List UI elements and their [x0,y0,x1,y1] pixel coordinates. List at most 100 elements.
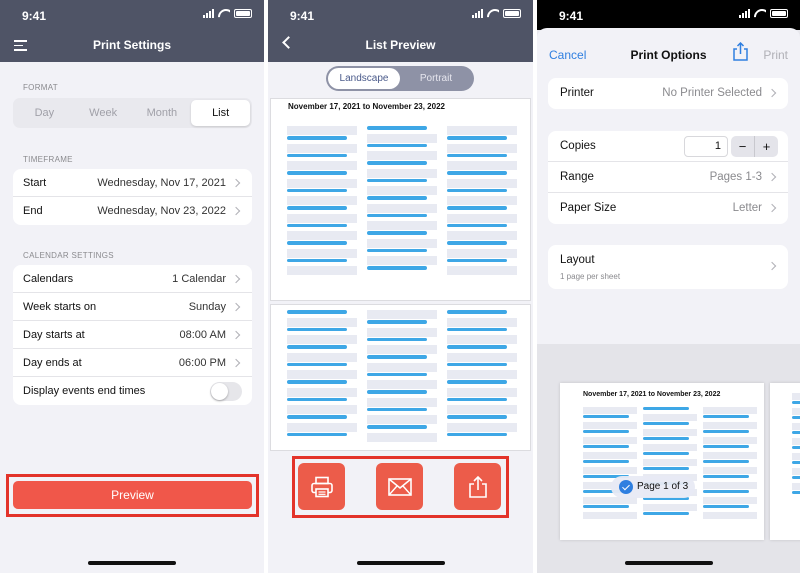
preview-column [367,310,437,443]
printer-value: No Printer Selected [662,87,762,99]
chevron-right-icon [767,88,777,98]
start-row[interactable]: Start Wednesday, Nov 17, 2021 [13,169,252,197]
format-month-option[interactable]: Month [133,100,192,126]
chevron-right-icon [231,330,241,340]
sheet-backdrop: 9:41 [537,0,800,30]
decrement-button[interactable]: − [731,136,755,157]
home-indicator [356,561,445,565]
timeframe-group: Start Wednesday, Nov 17, 2021 End Wednes… [13,169,252,225]
paper-size-row[interactable]: Paper Size Letter [548,193,788,224]
start-value: Wednesday, Nov 17, 2021 [97,177,226,189]
preview-page-1: November 17, 2021 to November 23, 2022 [270,98,531,301]
chevron-right-icon [767,172,777,182]
sheet-nav-bar: Cancel Print Options Print [537,28,800,80]
preview-column [367,126,437,274]
signal-icon [472,9,483,18]
print-options-screen: 9:41 Cancel Print Options Print Printer … [537,0,800,573]
page-title: Print Settings [92,38,171,52]
battery-icon [770,9,788,18]
display-end-times-label: Display events end times [23,385,146,397]
battery-icon [503,9,521,18]
copies-label: Copies [560,140,596,152]
status-bar: 9:41 [537,0,800,30]
print-button[interactable] [298,463,345,510]
preview-page-2 [270,304,531,451]
week-starts-label: Week starts on [23,301,97,313]
preview-page-title: November 17, 2021 to November 23, 2022 [288,102,445,111]
end-label: End [23,205,43,217]
display-end-times-toggle[interactable] [210,382,242,401]
week-starts-row[interactable]: Week starts on Sunday [13,293,252,321]
preview-column [583,407,637,520]
nav-bar: 9:41 List Preview [268,0,533,62]
chevron-right-icon [767,203,777,213]
options-group: Copies 1 − + Range Pages 1-3 Paper Size … [548,131,788,224]
day-starts-row[interactable]: Day starts at 08:00 AM [13,321,252,349]
format-week-option[interactable]: Week [74,100,133,126]
copies-stepper: − + [731,136,778,157]
preview-column [287,310,357,440]
share-icon [468,475,487,498]
calendars-row[interactable]: Calendars 1 Calendar [13,265,252,293]
paper-size-value: Letter [732,202,762,214]
day-ends-row[interactable]: Day ends at 06:00 PM [13,349,252,377]
preview-button[interactable]: Preview [13,481,252,509]
share-button[interactable] [454,463,501,510]
print-button[interactable]: Print [763,48,788,62]
preview-column [643,407,697,519]
layout-group: Layout 1 page per sheet [548,245,788,289]
status-time: 9:41 [559,9,584,23]
timeframe-section-label: TIMEFRAME [23,155,73,164]
chevron-right-icon [767,261,777,271]
preview-column [447,310,517,440]
status-bar: 9:41 [268,0,533,30]
home-indicator [88,561,176,565]
page-indicator-text: Page 1 of 3 [637,481,689,492]
end-row[interactable]: End Wednesday, Nov 23, 2022 [13,197,252,225]
signal-icon [739,9,750,18]
battery-icon [234,9,252,18]
calendar-settings-group: Calendars 1 Calendar Week starts on Sund… [13,265,252,405]
end-value: Wednesday, Nov 23, 2022 [97,205,226,217]
copies-field[interactable]: 1 [684,136,728,157]
range-row[interactable]: Range Pages 1-3 [548,162,788,193]
calendars-value: 1 Calendar [172,273,226,285]
calendars-label: Calendars [23,273,74,285]
format-day-option[interactable]: Day [15,100,74,126]
chevron-right-icon [231,302,241,312]
printer-row[interactable]: Printer No Printer Selected [548,78,788,109]
landscape-option[interactable]: Landscape [328,68,400,89]
chevron-right-icon [231,206,241,216]
layout-row[interactable]: Layout 1 page per sheet [548,245,788,289]
preview-column [792,393,800,498]
layout-label: Layout [560,254,595,266]
paper-size-label: Paper Size [560,202,617,214]
page-thumbnail[interactable] [770,383,800,540]
increment-button[interactable]: + [755,136,778,157]
printer-group: Printer No Printer Selected [548,78,788,109]
wifi-icon [487,9,499,18]
home-indicator [624,561,713,565]
display-end-times-row: Display events end times [13,377,252,405]
day-ends-label: Day ends at [23,357,82,369]
day-ends-value: 06:00 PM [178,357,226,369]
sheet-title: Print Options [630,48,707,62]
preview-column [287,126,357,276]
mail-button[interactable] [376,463,423,510]
range-label: Range [560,171,594,183]
page-thumbnail[interactable]: November 17, 2021 to November 23, 2022 [560,383,764,540]
status-bar: 9:41 [0,0,264,30]
share-icon[interactable] [733,41,748,66]
wifi-icon [218,9,230,18]
status-time: 9:41 [22,9,47,23]
portrait-option[interactable]: Portrait [400,68,472,89]
layout-subtitle: 1 page per sheet [560,272,621,281]
thumbnail-title: November 17, 2021 to November 23, 2022 [583,391,721,398]
printer-label: Printer [560,87,594,99]
print-icon [310,476,333,497]
nav-bar: 9:41 Print Settings [0,0,264,62]
status-time: 9:41 [290,9,315,23]
format-list-option[interactable]: List [191,100,250,126]
wifi-icon [754,9,766,18]
range-value: Pages 1-3 [709,171,762,183]
